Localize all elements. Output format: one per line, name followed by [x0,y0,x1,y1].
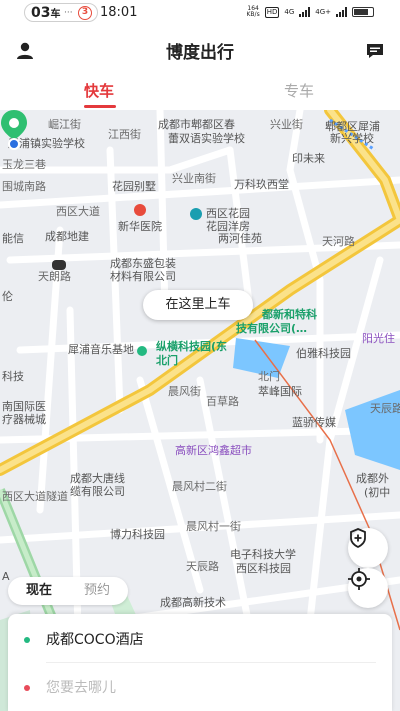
messages-button[interactable] [362,38,388,64]
map-label: 西区大道 [56,205,100,218]
map-label: 成都外 [356,472,389,485]
map-label: 西区大道隧道 [2,490,68,503]
map-label: 蓝骄传媒 [292,416,336,429]
map-label: 江西街 [108,128,141,141]
hd-icon: HD [264,6,280,18]
map-label: 成都大唐线 [70,472,125,485]
map-label: 成都地建 [45,230,89,243]
map-label: 能信 [2,232,24,245]
hospital-icon [134,204,146,216]
map-label: 新华医院 [118,220,162,233]
map-label: 新兴学校 [330,132,374,145]
map-label: 天河路 [322,235,355,248]
map-label: 伦 [2,290,13,303]
to-dot-icon [24,685,30,691]
map-label: 成都东盛包装 [110,257,176,270]
map-label: 玉龙三巷 [2,158,46,171]
map-label: 高新区鸿鑫超市 [175,444,252,457]
tab-premium[interactable]: 专车 [284,80,314,101]
map-label: (初中 [364,486,391,499]
map-label: 花园别墅 [112,180,156,193]
signal-icon [299,7,311,17]
now-option[interactable]: 现在 [26,577,52,605]
map-label: 天朗路 [38,270,71,283]
map-label: 纵横科技园(东 [156,340,228,353]
map-view[interactable]: 犀浦镇实验学校 崛江街 江西街 成都市郫都区春 蕾双语实验学校 兴业街 郫都区犀… [0,110,400,711]
network-type-2: 4G+ [315,8,331,16]
from-address-row[interactable]: 成都COCO酒店 [8,618,392,662]
address-card: 成都COCO酒店 您要去哪儿 [8,614,392,711]
map-label: 成都市郫都区春 [158,118,235,131]
map-label: 电子科技大学 [230,548,296,561]
app-title: 博度出行 [166,43,234,63]
service-tabs: 快车 专车 [0,74,400,110]
map-label: 阳光住 [362,332,395,345]
status-bar: 03车 ··· 3 18:01 164 KB/s HD 4G 4G+ [0,0,400,26]
tab-indicator [84,105,116,108]
map-label: 博力科技园 [110,528,165,541]
time-toggle: 现在 预约 [8,577,128,605]
status-icons: 164 KB/s HD 4G 4G+ [246,5,374,18]
map-label: 科技 [2,370,24,383]
from-dot-icon [24,637,30,643]
map-label: 成都高新技术 [160,596,226,609]
network-type-1: 4G [284,8,295,16]
residence-icon [190,208,202,220]
to-address-row[interactable]: 您要去哪儿 [8,666,392,710]
map-label: 晨风村二街 [172,480,227,493]
signal-icon-2 [336,7,347,17]
map-label: A [2,570,10,583]
shield-plus-icon [350,528,366,548]
pickup-here-bubble[interactable]: 在这里上车 [143,290,253,320]
map-label: 北门 [258,370,280,383]
message-icon [367,44,383,58]
map-label: 印未来 [292,152,325,165]
map-label: 西区花园 [206,207,250,220]
map-label: 伯雅科技园 [296,347,351,360]
map-label: 蕾双语实验学校 [168,132,245,145]
map-label: 晨风村一街 [186,520,241,533]
clock: 18:01 [100,5,138,20]
map-label: 万科玖西堂 [234,178,289,191]
map-label: 缆有限公司 [70,485,125,498]
map-label: 天辰路 [186,560,219,573]
app-bar: 博度出行 [0,26,400,74]
map-label: 萃峰国际 [258,385,302,398]
map-label: 犀浦音乐基地 [68,343,134,356]
map-label: 晨风街 [168,385,201,398]
notification-count-badge: 3 [78,6,92,20]
carrier-pill: 03车 ··· 3 [24,3,98,22]
map-label: 百草路 [206,395,239,408]
dots-text: ··· [64,8,73,18]
map-label: 技有限公司(… [236,322,308,335]
map-label: 西区科技园 [236,562,291,575]
map-label: 材料有限公司 [110,270,176,283]
reserve-option[interactable]: 预约 [84,577,110,605]
pickup-pin-icon [1,110,27,150]
map-label: 天辰路 [370,402,400,415]
map-label: 兴业南街 [172,172,216,185]
map-label: 围城南路 [2,180,46,193]
map-label: 两河佳苑 [218,232,262,245]
map-label: 兴业街 [270,118,303,131]
car-icon [52,260,66,270]
from-address-text: 成都COCO酒店 [46,632,144,648]
battery-icon [352,7,374,17]
map-label: 都新和特科 [262,308,317,321]
map-marker-icon [137,346,147,356]
map-label: 崛江街 [48,118,81,131]
map-label: 疗器械城 [2,413,46,426]
map-label: 南国际医 [2,400,46,413]
map-label: 北门 [156,354,178,367]
net-speed: 164 KB/s [246,5,260,18]
destination-input[interactable]: 您要去哪儿 [46,678,116,698]
carrier-badge: 03车 [31,5,61,21]
locate-crosshair-icon [348,568,370,590]
safety-button[interactable] [348,528,388,568]
tab-express[interactable]: 快车 [84,80,114,101]
locate-button[interactable] [348,568,388,608]
divider [46,662,376,663]
